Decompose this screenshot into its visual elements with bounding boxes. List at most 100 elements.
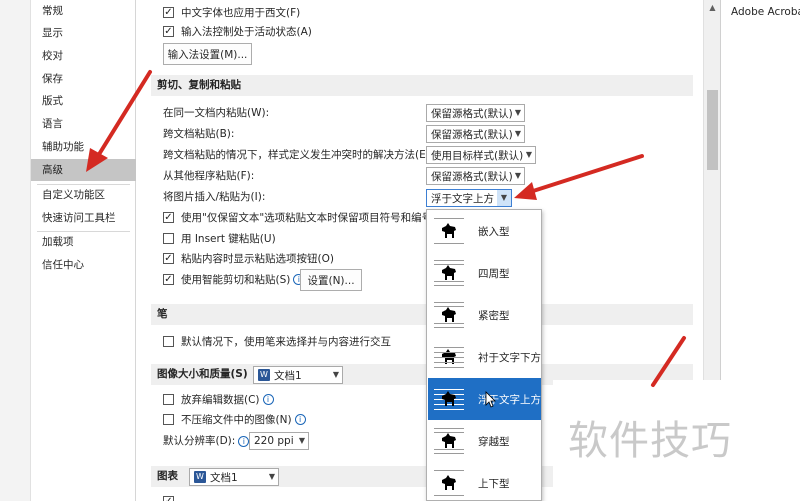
option-show-paste-options[interactable]: ✓ 粘贴内容时显示粘贴选项按钮(O) [163,249,334,267]
wrap-option-through[interactable]: 穿越型 [428,420,541,462]
wrap-in-front-of-text-icon [434,384,464,414]
option-label: 输入法控制处于活动状态(A) [181,25,312,38]
checkbox-unchecked[interactable] [163,232,174,244]
sidebar-item-save[interactable]: 保存 [31,68,136,90]
insert-picture-as-select[interactable]: 浮于文字上方 ▼ [426,189,512,207]
wrap-option-label: 四周型 [478,267,510,280]
option-label: 使用智能剪切和粘贴(S) [181,273,291,286]
sidebar-item-proofing[interactable]: 校对 [31,45,136,67]
option-label: 不压缩文件中的图像(N) [181,413,292,426]
option-label: 放弃编辑数据(C) [181,393,260,406]
paste-within-document-select[interactable]: 保留源格式(默认) ▼ [426,104,525,122]
wrap-style-dropdown-list[interactable]: 嵌入型 四周型 紧密型 衬于文字下方 浮于文字上方 穿越型 上下型 [426,209,542,501]
paste-between-documents-label: 跨文档粘贴(B): [163,128,235,140]
scroll-up-arrow-icon[interactable]: ▲ [706,3,719,15]
sidebar-item-general[interactable]: 常规 [31,0,136,22]
wrap-option-inline[interactable]: 嵌入型 [428,210,541,252]
watermark-text: 软件技巧 [568,418,732,464]
style-conflict-select[interactable]: 使用目标样式(默认) ▼ [426,146,536,164]
sidebar-item-advanced[interactable]: 高级 [31,159,136,181]
wrap-option-square[interactable]: 四周型 [428,252,541,294]
option-label: 使用"仅保留文本"选项粘贴文本时保留项目符号和编号(L [181,211,443,224]
info-icon: i [294,413,306,425]
wrap-tight-icon [434,300,464,330]
wrap-square-icon [434,258,464,288]
paste-between-documents-select[interactable]: 保留源格式(默认) ▼ [426,125,525,143]
chevron-down-icon: ▼ [514,171,521,180]
sidebar-item-display[interactable]: 显示 [31,22,136,44]
option-label: 默认情况下，使用笔来选择并与内容进行交互 [181,335,391,348]
sidebar-item-accessibility[interactable]: 辅助功能 [31,136,136,158]
wrap-option-label: 嵌入型 [478,225,510,238]
chevron-down-icon: ▼ [268,472,275,481]
sidebar-item-customize-ribbon[interactable]: 自定义功能区 [31,184,136,206]
wrap-top-bottom-icon [434,468,464,498]
wrap-option-label: 上下型 [478,477,510,490]
chevron-down-icon: ▼ [332,370,339,379]
insert-picture-as-label: 将图片插入/粘贴为(I): [163,191,266,203]
chevron-down-icon[interactable]: ▼ [497,190,511,206]
wrap-inline-icon [434,216,464,246]
sidebar-item-language[interactable]: 语言 [31,113,136,135]
window-left-edge [0,0,31,501]
adobe-acrobat-label: Adobe Acroba [731,6,800,18]
label-text: 默认分辨率(D): [163,435,236,447]
select-value: 保留源格式(默认) [431,170,513,183]
wrap-option-label: 紧密型 [478,309,510,322]
chevron-down-icon: ▼ [514,108,521,117]
checkbox-unchecked[interactable] [163,335,174,347]
default-resolution-label: 默认分辨率(D): i [163,432,250,450]
wrap-option-in-front-of-text[interactable]: 浮于文字上方 [428,378,541,420]
style-conflict-label: 跨文档粘贴的情况下，样式定义发生冲突时的解决方法(E): [163,149,434,161]
scroll-thumb[interactable] [707,90,718,170]
option-pen-select-interact[interactable]: 默认情况下，使用笔来选择并与内容进行交互 [163,332,391,350]
select-value: 文档1 [210,471,238,484]
default-resolution-select[interactable]: 220 ppi ▼ [249,432,309,450]
ime-settings-button[interactable]: 输入法设置(M)... [163,43,252,65]
option-chinese-font-western[interactable]: ✓ 中文字体也应用于西文(F) [163,3,300,21]
chart-document-select[interactable]: W 文档1 ▼ [189,468,279,486]
chevron-down-icon: ▼ [514,129,521,138]
word-document-icon: W [194,471,206,483]
sidebar-item-trust-center[interactable]: 信任中心 [31,254,136,276]
section-cut-copy-paste: 剪切、复制和粘贴 [151,75,693,96]
wrap-option-behind-text[interactable]: 衬于文字下方 [428,336,541,378]
sidebar-item-add-ins[interactable]: 加载项 [31,231,136,253]
image-quality-document-select[interactable]: W 文档1 ▼ [253,366,343,384]
wrap-option-tight[interactable]: 紧密型 [428,294,541,336]
options-sidebar: 常规 显示 校对 保存 版式 语言 辅助功能 高级 自定义功能区 快速访问工具栏… [31,0,136,501]
sidebar-item-quick-access-toolbar[interactable]: 快速访问工具栏 [31,207,136,229]
checkbox-checked[interactable]: ✓ [163,252,174,264]
chevron-down-icon: ▼ [298,436,305,445]
section-title: 图表 [157,470,178,482]
option-no-compress-images[interactable]: 不压缩文件中的图像(N) i [163,410,306,428]
info-icon: i [262,393,274,405]
wrap-option-label: 穿越型 [478,435,510,448]
checkbox-checked[interactable]: ✓ [163,495,174,501]
checkbox-checked[interactable]: ✓ [163,211,174,223]
option-discard-editing-data[interactable]: 放弃编辑数据(C) i [163,390,274,408]
checkbox-checked[interactable]: ✓ [163,273,174,285]
option-keep-bullets-numbering[interactable]: ✓ 使用"仅保留文本"选项粘贴文本时保留项目符号和编号(L [163,208,442,226]
select-value: 保留源格式(默认) [431,107,513,120]
wrap-option-top-bottom[interactable]: 上下型 [428,462,541,500]
sidebar-item-layout[interactable]: 版式 [31,90,136,112]
info-icon: i [238,436,250,447]
chevron-down-icon: ▼ [525,150,532,159]
option-ime-active[interactable]: ✓ 输入法控制处于活动状态(A) [163,22,312,40]
checkbox-checked[interactable]: ✓ [163,6,174,18]
checkbox-checked[interactable]: ✓ [163,25,174,37]
option-label: 中文字体也应用于西文(F) [181,6,301,19]
option-smart-cut-paste[interactable]: ✓ 使用智能剪切和粘贴(S) i [163,270,305,288]
smart-cut-paste-settings-button[interactable]: 设置(N)... [300,269,362,291]
checkbox-unchecked[interactable] [163,393,174,405]
paste-from-other-programs-select[interactable]: 保留源格式(默认) ▼ [426,167,525,185]
paste-within-document-label: 在同一文档内粘贴(W): [163,107,270,119]
option-insert-key-paste[interactable]: 用 Insert 键粘贴(U) [163,229,276,247]
option-partial-hidden[interactable]: ✓ [163,492,181,501]
select-value: 保留源格式(默认) [431,128,513,141]
option-label: 用 Insert 键粘贴(U) [181,232,276,245]
wrap-behind-text-icon [434,342,464,372]
checkbox-unchecked[interactable] [163,413,174,425]
option-label: 粘贴内容时显示粘贴选项按钮(O) [181,252,334,265]
